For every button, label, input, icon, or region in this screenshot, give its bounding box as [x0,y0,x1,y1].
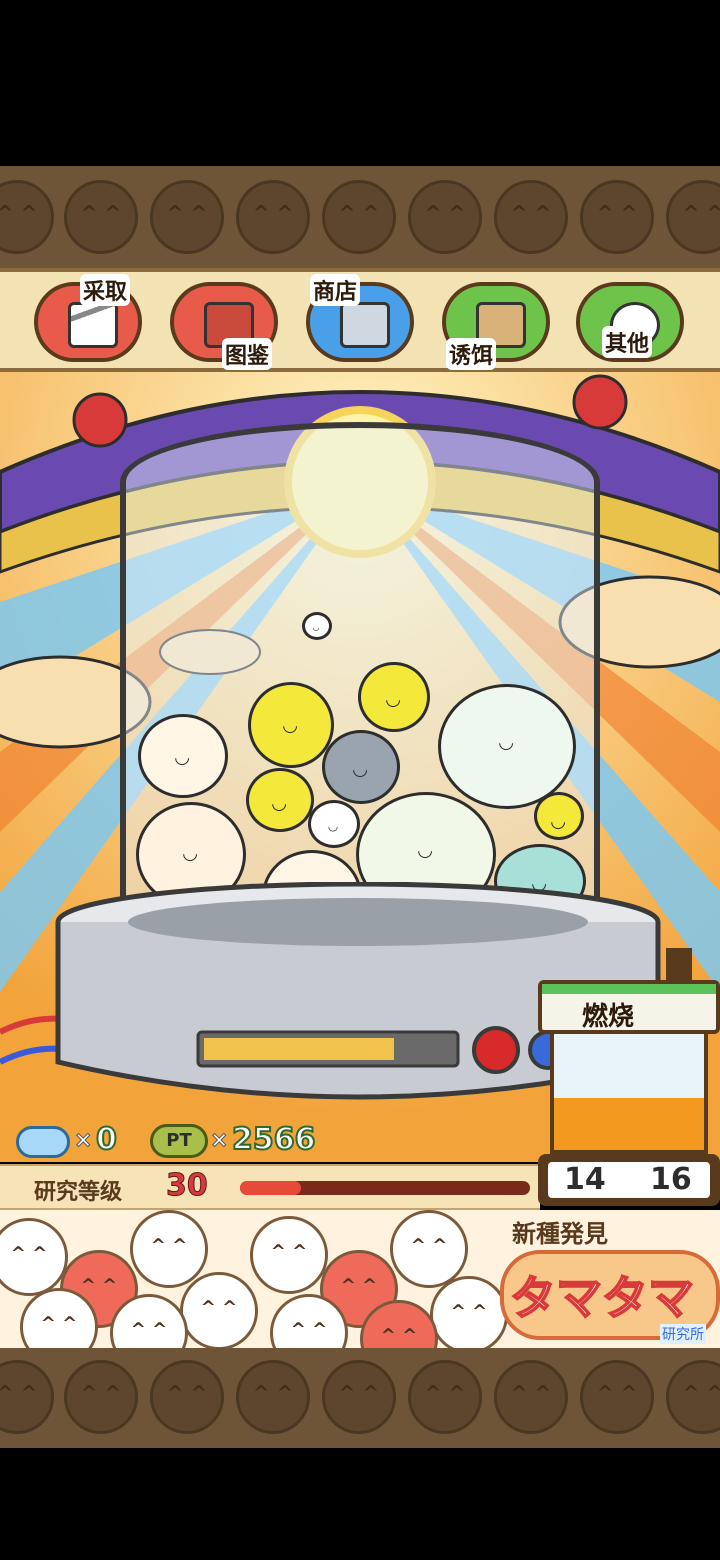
bait-button[interactable]: 诱饵 [442,282,550,370]
gem-icon [16,1126,70,1158]
tama-angel[interactable]: ◡ [534,792,584,840]
tama-angel[interactable]: ◡ [246,768,314,832]
tweezers-icon [68,302,118,348]
collect-label: 采取 [80,274,131,306]
frame-face-icon [150,1360,224,1434]
frame-face-icon [236,1360,310,1434]
gauge-chimney [666,948,692,982]
burn-current: 14 [564,1162,606,1197]
burn-label: 燃烧 [582,1002,635,1032]
shop-label: 商店 [310,274,361,306]
gem-multiplier: × [73,1128,93,1154]
frame-face-icon [64,1360,138,1434]
tama-gray[interactable]: ◡ [322,730,400,804]
bait-label: 诱饵 [446,338,497,370]
frame-face-icon [408,1360,482,1434]
frame-face-icon [322,180,396,254]
banner-title: タマタマ [509,1270,695,1326]
tama-small[interactable]: ◡ [308,800,360,848]
pt-multiplier: × [209,1128,229,1154]
frame-face-icon [580,180,654,254]
frame-face-icon [322,1360,396,1434]
tama-angel[interactable]: ◡ [358,662,430,732]
burn-gauge[interactable]: 燃烧 14 16 [538,948,720,1210]
currency-row: × 0 PT × 2566 [0,1118,540,1164]
other-button[interactable]: 其他 [576,282,684,362]
tama-angel[interactable]: ◡ [248,682,334,768]
bottom-frame-band [0,1348,720,1448]
frame-face-icon [494,1360,568,1434]
frame-face-icon [666,1360,720,1434]
other-label: 其他 [602,326,653,358]
frame-face-icon [0,1360,54,1434]
frame-face-icon [408,180,482,254]
tama-creature[interactable]: ◡ [138,714,228,798]
tama-small[interactable]: ◡ [302,612,332,640]
frame-face-icon [150,180,224,254]
navigation-bar-area [0,1448,720,1560]
research-progress-track [240,1181,530,1195]
frame-face-icon [580,1360,654,1434]
encyclopedia-label: 图鉴 [222,338,273,370]
frame-face-icon [666,180,720,254]
frame-face-icon [494,180,568,254]
research-progress-fill [240,1181,301,1195]
burn-counter: 14 16 [538,1154,720,1206]
points-count: 2566 [231,1121,316,1158]
research-level-label: 研究等级 [34,1180,123,1205]
shop-button[interactable]: 商店 [306,274,414,362]
burn-fill [554,1097,704,1150]
tama-creature[interactable]: ◡ [438,684,576,809]
burn-max: 16 [650,1162,692,1197]
banner-tag: 研究所 [660,1324,706,1344]
pt-badge: PT [150,1124,208,1158]
collect-button[interactable]: 采取 [34,274,142,362]
research-level-value: 30 [166,1168,209,1204]
encyclopedia-button[interactable]: 图鉴 [170,282,278,370]
cart-icon [340,302,390,348]
frame-face-icon [0,180,54,254]
frame-face-icon [236,180,310,254]
gauge-sign: 燃烧 [538,980,720,1034]
research-level-row: 研究等级 30 [0,1164,540,1210]
frame-face-icon [64,180,138,254]
gem-count: 0 [95,1121,118,1158]
title-banner[interactable]: 新種発見 タマタマ 研究所 [0,1210,720,1348]
banner-subtitle: 新種発見 [512,1220,608,1248]
status-bar-area [0,0,720,166]
top-frame-band [0,166,720,268]
main-menu-bar: 采取 图鉴 商店 诱饵 其他 [0,268,720,372]
gauge-tube [550,1034,708,1154]
